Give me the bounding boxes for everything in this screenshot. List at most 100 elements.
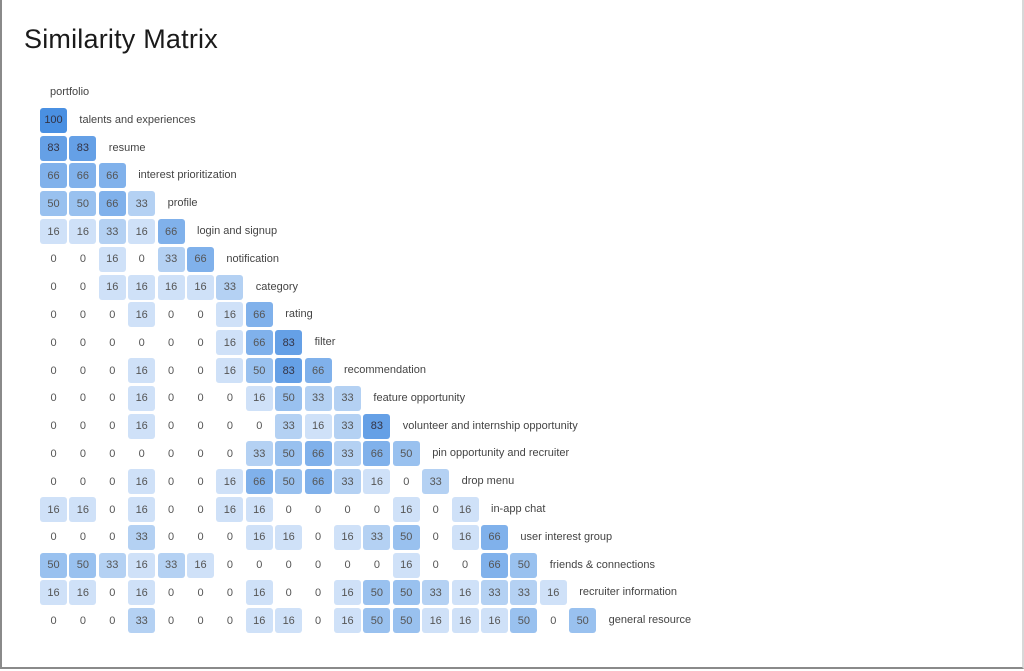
matrix-cell: 0 — [168, 503, 175, 516]
matrix-cell: 0 — [50, 475, 57, 488]
matrix-cell: 50 — [275, 385, 303, 411]
matrix-cell: 0 — [197, 447, 204, 460]
matrix-cell: 16 — [69, 219, 97, 244]
matrix-cell: 0 — [79, 447, 86, 460]
matrix-cell: 0 — [79, 336, 86, 349]
matrix-cell: 0 — [432, 503, 439, 516]
matrix-cell: 0 — [256, 420, 263, 433]
matrix-cell: 0 — [226, 420, 233, 433]
matrix-cell: 0 — [550, 614, 557, 627]
matrix-cell: 50 — [569, 608, 597, 634]
matrix-cell: 0 — [109, 586, 116, 599]
matrix-cell: 66 — [363, 441, 391, 467]
matrix-cell: 0 — [109, 503, 116, 516]
matrix-cell: 0 — [197, 364, 204, 377]
matrix-cell: 66 — [69, 163, 97, 189]
matrix-cell: 0 — [109, 475, 116, 488]
row-label: friends & connections — [549, 558, 655, 571]
matrix-cell: 0 — [79, 614, 86, 627]
matrix-cell: 0 — [197, 420, 204, 433]
matrix-cell: 83 — [363, 413, 391, 439]
matrix-cell: 16 — [69, 497, 97, 522]
matrix-cell: 16 — [334, 580, 361, 606]
matrix-cell: 16 — [245, 497, 273, 522]
matrix-cell: 0 — [285, 559, 292, 572]
row-label: notification — [226, 252, 279, 265]
matrix-cell: 50 — [275, 469, 303, 495]
row-label: filter — [314, 336, 336, 349]
matrix-cell: 16 — [187, 552, 214, 578]
matrix-cell: 16 — [451, 524, 479, 550]
matrix-cell: 0 — [168, 364, 175, 377]
matrix-cell: 50 — [392, 524, 420, 550]
row-label: rating — [285, 308, 313, 321]
matrix-cell: 0 — [79, 420, 86, 433]
matrix-cell: 16 — [128, 580, 156, 606]
matrix-cell: 0 — [50, 447, 57, 460]
matrix-cell: 0 — [168, 336, 175, 349]
matrix-cell: 0 — [168, 614, 175, 627]
matrix-cell: 16 — [98, 246, 126, 272]
matrix-cell: 0 — [226, 559, 233, 572]
matrix-cell: 16 — [128, 385, 156, 411]
matrix-cell: 33 — [422, 580, 450, 606]
matrix-cell: 33 — [157, 552, 185, 578]
matrix-cell: 66 — [481, 552, 508, 578]
matrix-cell: 16 — [40, 580, 67, 606]
matrix-cell: 50 — [40, 191, 67, 217]
matrix-cell: 50 — [245, 358, 273, 383]
matrix-cell: 0 — [197, 614, 204, 627]
matrix-cell: 50 — [363, 608, 391, 634]
matrix-cell: 66 — [304, 469, 332, 495]
matrix-cell: 0 — [168, 308, 175, 321]
matrix-cell: 0 — [50, 308, 57, 321]
matrix-cell: 66 — [98, 191, 126, 217]
matrix-cell: 0 — [109, 447, 116, 460]
matrix-cell: 0 — [432, 531, 439, 544]
matrix-cell: 0 — [403, 475, 410, 488]
matrix-cell: 16 — [245, 385, 273, 411]
matrix-cell: 66 — [40, 163, 67, 189]
matrix-cell: 66 — [98, 163, 126, 189]
matrix-cell: 16 — [539, 580, 567, 606]
matrix-cell: 50 — [69, 191, 97, 217]
matrix-cell: 33 — [128, 191, 156, 217]
matrix-cell: 0 — [197, 392, 204, 405]
matrix-cell: 16 — [128, 302, 156, 328]
matrix-cell: 0 — [315, 531, 322, 544]
matrix-cell: 16 — [69, 580, 97, 606]
row-label: pin opportunity and recruiter — [432, 447, 570, 460]
matrix-cell: 33 — [216, 274, 244, 300]
row-label: in-app chat — [491, 503, 546, 515]
matrix-cell: 0 — [226, 447, 233, 460]
matrix-cell: 16 — [187, 274, 214, 300]
matrix-cell: 66 — [304, 441, 332, 467]
matrix-cell: 0 — [226, 392, 233, 405]
row-label: recruiter information — [579, 586, 678, 599]
matrix-cell: 83 — [40, 135, 67, 161]
matrix-cell: 66 — [245, 302, 273, 328]
matrix-cell: 0 — [50, 253, 57, 266]
matrix-cell: 0 — [197, 308, 204, 321]
matrix-cell: 100 — [40, 107, 67, 133]
matrix-cell: 16 — [245, 524, 273, 550]
matrix-cell: 16 — [422, 608, 450, 634]
matrix-cell: 0 — [373, 503, 380, 516]
matrix-cell: 0 — [109, 364, 116, 377]
matrix-cell: 0 — [432, 559, 439, 572]
matrix-cell: 0 — [285, 503, 292, 516]
matrix-cell: 0 — [50, 281, 57, 294]
matrix-cell: 83 — [275, 358, 303, 383]
matrix-cell: 50 — [363, 580, 391, 606]
matrix-cell: 16 — [40, 219, 67, 244]
matrix-cell: 66 — [245, 330, 273, 356]
matrix-cell: 0 — [197, 531, 204, 544]
matrix-cell: 0 — [79, 253, 86, 266]
matrix-cell: 16 — [334, 608, 361, 634]
matrix-cell: 0 — [109, 392, 116, 405]
row-label: profile — [167, 197, 198, 210]
matrix-cell: 16 — [98, 274, 126, 300]
matrix-cell: 0 — [138, 336, 145, 349]
matrix-cell: 0 — [197, 586, 204, 599]
matrix-cell: 16 — [128, 552, 156, 578]
